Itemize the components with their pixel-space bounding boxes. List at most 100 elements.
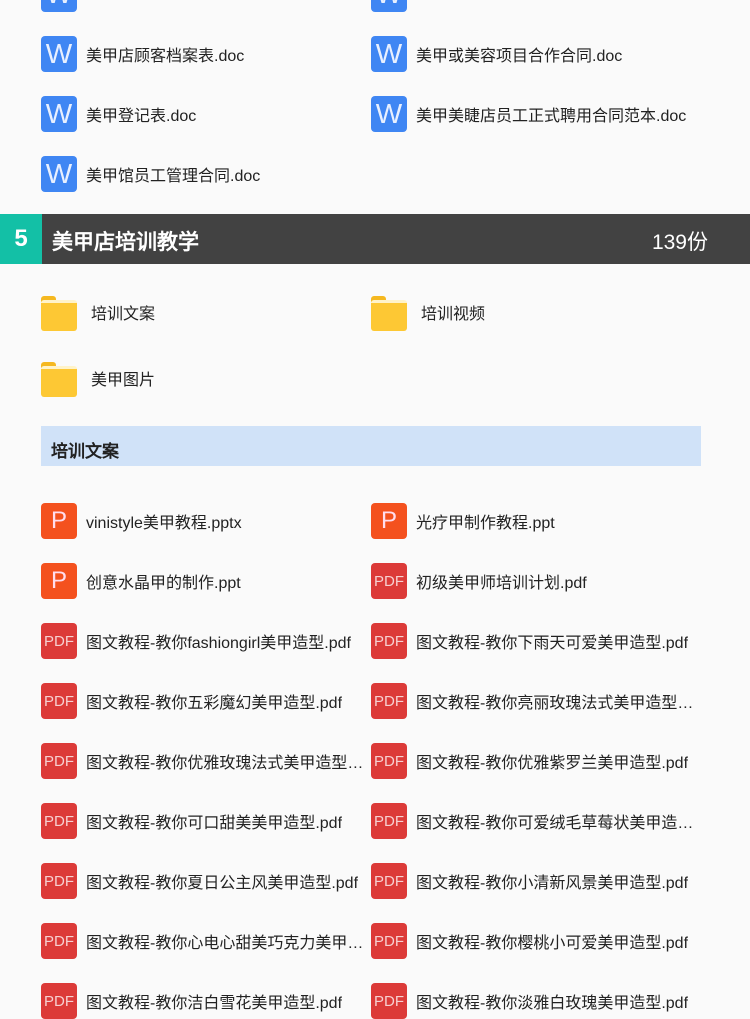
pdf-icon: PDF — [41, 983, 77, 1019]
file-name: 美甲或美容项目合作合同.doc — [416, 48, 623, 65]
file-row: PDF 图文教程-教你fashiongirl美甲造型.pdf PDF 图文教程-教你下… — [0, 623, 750, 659]
file-item[interactable]: PDF 图文教程-教你下雨天可爱美甲造型.pdf — [371, 623, 696, 659]
subheading: 培训文案 — [41, 426, 701, 466]
file-item[interactable]: PDF 初级美甲师培训计划.pdf — [371, 563, 696, 599]
file-item[interactable]: Pvinistyle美甲教程.pptx — [41, 503, 366, 539]
word-icon: W — [41, 36, 77, 72]
file-name: 初级美甲师培训计划.pdf — [416, 575, 587, 592]
pdf-icon: PDF — [371, 743, 407, 779]
pdf-icon: PDF — [41, 683, 77, 719]
word-icon: W — [371, 36, 407, 72]
file-item[interactable]: PDF 图文教程-教你优雅紫罗兰美甲造型.pdf — [371, 743, 696, 779]
ppt-icon: P — [41, 503, 77, 539]
file-item[interactable]: PDF 图文教程-教你樱桃小可爱美甲造型.pdf — [371, 923, 696, 959]
file-name: 美甲馆员工管理合同.doc — [86, 168, 261, 185]
file-name: 光疗甲制作教程.ppt — [416, 515, 555, 532]
pdf-icon: PDF — [41, 623, 77, 659]
file-item[interactable]: W — [371, 0, 696, 12]
word-icon: W — [41, 0, 77, 12]
pdf-icon: PDF — [371, 983, 407, 1019]
file-item[interactable]: PDF 图文教程-教你可口甜美美甲造型.pdf — [41, 803, 366, 839]
file-item[interactable]: PDF 图文教程-教你淡雅白玫瑰美甲造型.pdf — [371, 983, 696, 1019]
file-item[interactable]: PDF 图文教程-教你心电心甜美巧克力美甲造型.pdf — [41, 923, 366, 959]
folder-item[interactable]: 培训文案 — [41, 294, 156, 331]
file-item[interactable]: PDF 图文教程-教你洁白雪花美甲造型.pdf — [41, 983, 366, 1019]
file-name: 美甲店顾客档案表.doc — [86, 48, 245, 65]
file-name: 图文教程-教你可口甜美美甲造型.pdf — [86, 815, 343, 832]
folder-item[interactable]: 美甲图片 — [41, 360, 156, 397]
file-name: vinistyle美甲教程.pptx — [86, 515, 242, 532]
file-row: PDF 图文教程-教你洁白雪花美甲造型.pdf PDF 图文教程-教你淡雅白玫瑰美甲造… — [0, 983, 750, 1019]
file-row: PDF 图文教程-教你可口甜美美甲造型.pdf PDF 图文教程-教你可爱绒毛草莓状美… — [0, 803, 750, 839]
section-number: 5 — [0, 214, 42, 264]
file-name: 美甲美睫店员工正式聘用合同范本.doc — [416, 108, 687, 125]
word-icon: W — [371, 96, 407, 132]
ppt-icon: P — [371, 503, 407, 539]
pdf-icon: PDF — [41, 923, 77, 959]
file-name: 创意水晶甲的制作.ppt — [86, 575, 241, 592]
file-row: PDF 图文教程-教你心电心甜美巧克力美甲造型.pdf PDF 图文教程-教你樱桃小可… — [0, 923, 750, 959]
file-item[interactable]: PDF 图文教程-教你fashiongirl美甲造型.pdf — [41, 623, 366, 659]
file-item[interactable]: PDF 图文教程-教你小清新风景美甲造型.pdf — [371, 863, 696, 899]
pdf-icon: PDF — [41, 743, 77, 779]
folder-icon — [41, 296, 77, 331]
pdf-icon: PDF — [41, 803, 77, 839]
file-item[interactable]: PDF 图文教程-教你夏日公主风美甲造型.pdf — [41, 863, 366, 899]
file-item[interactable]: W 美甲馆员工管理合同.doc — [41, 156, 366, 192]
file-item[interactable]: W 美甲或美容项目合作合同.doc — [371, 36, 696, 72]
section-count: 139份 — [651, 231, 708, 254]
pdf-icon: PDF — [371, 923, 407, 959]
file-item[interactable]: PDF 图文教程-教你亮丽玫瑰法式美甲造型.pdf — [371, 683, 696, 719]
file-row: PDF 图文教程-教你夏日公主风美甲造型.pdf PDF 图文教程-教你小清新风景美甲… — [0, 863, 750, 899]
file-item[interactable]: W 美甲美睫店员工正式聘用合同范本.doc — [371, 96, 696, 132]
file-item[interactable]: W 美甲登记表.doc — [41, 96, 366, 132]
file-name: 图文教程-教你樱桃小可爱美甲造型.pdf — [416, 935, 689, 952]
file-item[interactable]: P 创意水晶甲的制作.ppt — [41, 563, 366, 599]
file-name: 图文教程-教你优雅紫罗兰美甲造型.pdf — [416, 755, 689, 772]
file-item[interactable]: W — [41, 0, 366, 12]
pdf-icon: PDF — [371, 683, 407, 719]
file-row: W 美甲店顾客档案表.doc W 美甲或美容项目合作合同.doc — [0, 36, 750, 72]
file-item[interactable]: PDF 图文教程-教你可爱绒毛草莓状美甲造型.pdf — [371, 803, 696, 839]
pdf-icon: PDF — [371, 623, 407, 659]
file-row: P 创意水晶甲的制作.ppt PDF 初级美甲师培训计划.pdf — [0, 563, 750, 599]
ppt-icon: P — [41, 563, 77, 599]
file-item[interactable]: PDF 图文教程-教你五彩魔幻美甲造型.pdf — [41, 683, 366, 719]
pdf-icon: PDF — [371, 863, 407, 899]
pdf-icon: PDF — [371, 563, 407, 599]
word-icon: W — [371, 0, 407, 12]
file-row: W 美甲馆员工管理合同.doc — [0, 156, 750, 192]
file-name: 图文教程-教你洁白雪花美甲造型.pdf — [86, 995, 343, 1012]
file-name: 图文教程-教你下雨天可爱美甲造型.pdf — [416, 635, 689, 652]
file-item[interactable]: W 美甲店顾客档案表.doc — [41, 36, 366, 72]
word-icon: W — [41, 96, 77, 132]
folder-icon — [371, 296, 407, 331]
pdf-icon: PDF — [371, 803, 407, 839]
file-item[interactable]: PDF 图文教程-教你优雅玫瑰法式美甲造型.pdf — [41, 743, 366, 779]
file-row: PDF 图文教程-教你五彩魔幻美甲造型.pdf PDF 图文教程-教你亮丽玫瑰法式美甲… — [0, 683, 750, 719]
file-name: 图文教程-教你心电心甜美巧克力美甲造型.pdf — [86, 935, 366, 952]
file-name: 美甲登记表.doc — [86, 108, 197, 125]
folder-icon — [41, 362, 77, 397]
pdf-icon: PDF — [41, 863, 77, 899]
file-row: PDF 图文教程-教你优雅玫瑰法式美甲造型.pdf PDF 图文教程-教你优雅紫罗兰美… — [0, 743, 750, 779]
folder-name: 培训文案 — [91, 306, 156, 323]
folder-item[interactable]: 培训视频 — [371, 294, 486, 331]
file-name: 图文教程-教你亮丽玫瑰法式美甲造型.pdf — [416, 695, 696, 712]
file-name: 图文教程-教你夏日公主风美甲造型.pdf — [86, 875, 359, 892]
file-row: Pvinistyle美甲教程.pptx P 光疗甲制作教程.ppt — [0, 503, 750, 539]
file-name: 图文教程-教你淡雅白玫瑰美甲造型.pdf — [416, 995, 689, 1012]
file-row-partial: W W — [0, 0, 750, 12]
file-name: 图文教程-教你可爱绒毛草莓状美甲造型.pdf — [416, 815, 696, 832]
file-row: W 美甲登记表.doc W 美甲美睫店员工正式聘用合同范本.doc — [0, 96, 750, 132]
section-header: 5 美甲店培训教学 139份 — [0, 214, 750, 264]
file-name: 图文教程-教你优雅玫瑰法式美甲造型.pdf — [86, 755, 366, 772]
section-title: 美甲店培训教学 — [52, 231, 199, 254]
word-icon: W — [41, 156, 77, 192]
folder-name: 美甲图片 — [91, 372, 156, 389]
file-item[interactable]: P 光疗甲制作教程.ppt — [371, 503, 696, 539]
file-name: 图文教程-教你fashiongirl美甲造型.pdf — [86, 635, 351, 652]
folder-name: 培训视频 — [421, 306, 486, 323]
file-name: 图文教程-教你五彩魔幻美甲造型.pdf — [86, 695, 343, 712]
file-name: 图文教程-教你小清新风景美甲造型.pdf — [416, 875, 689, 892]
